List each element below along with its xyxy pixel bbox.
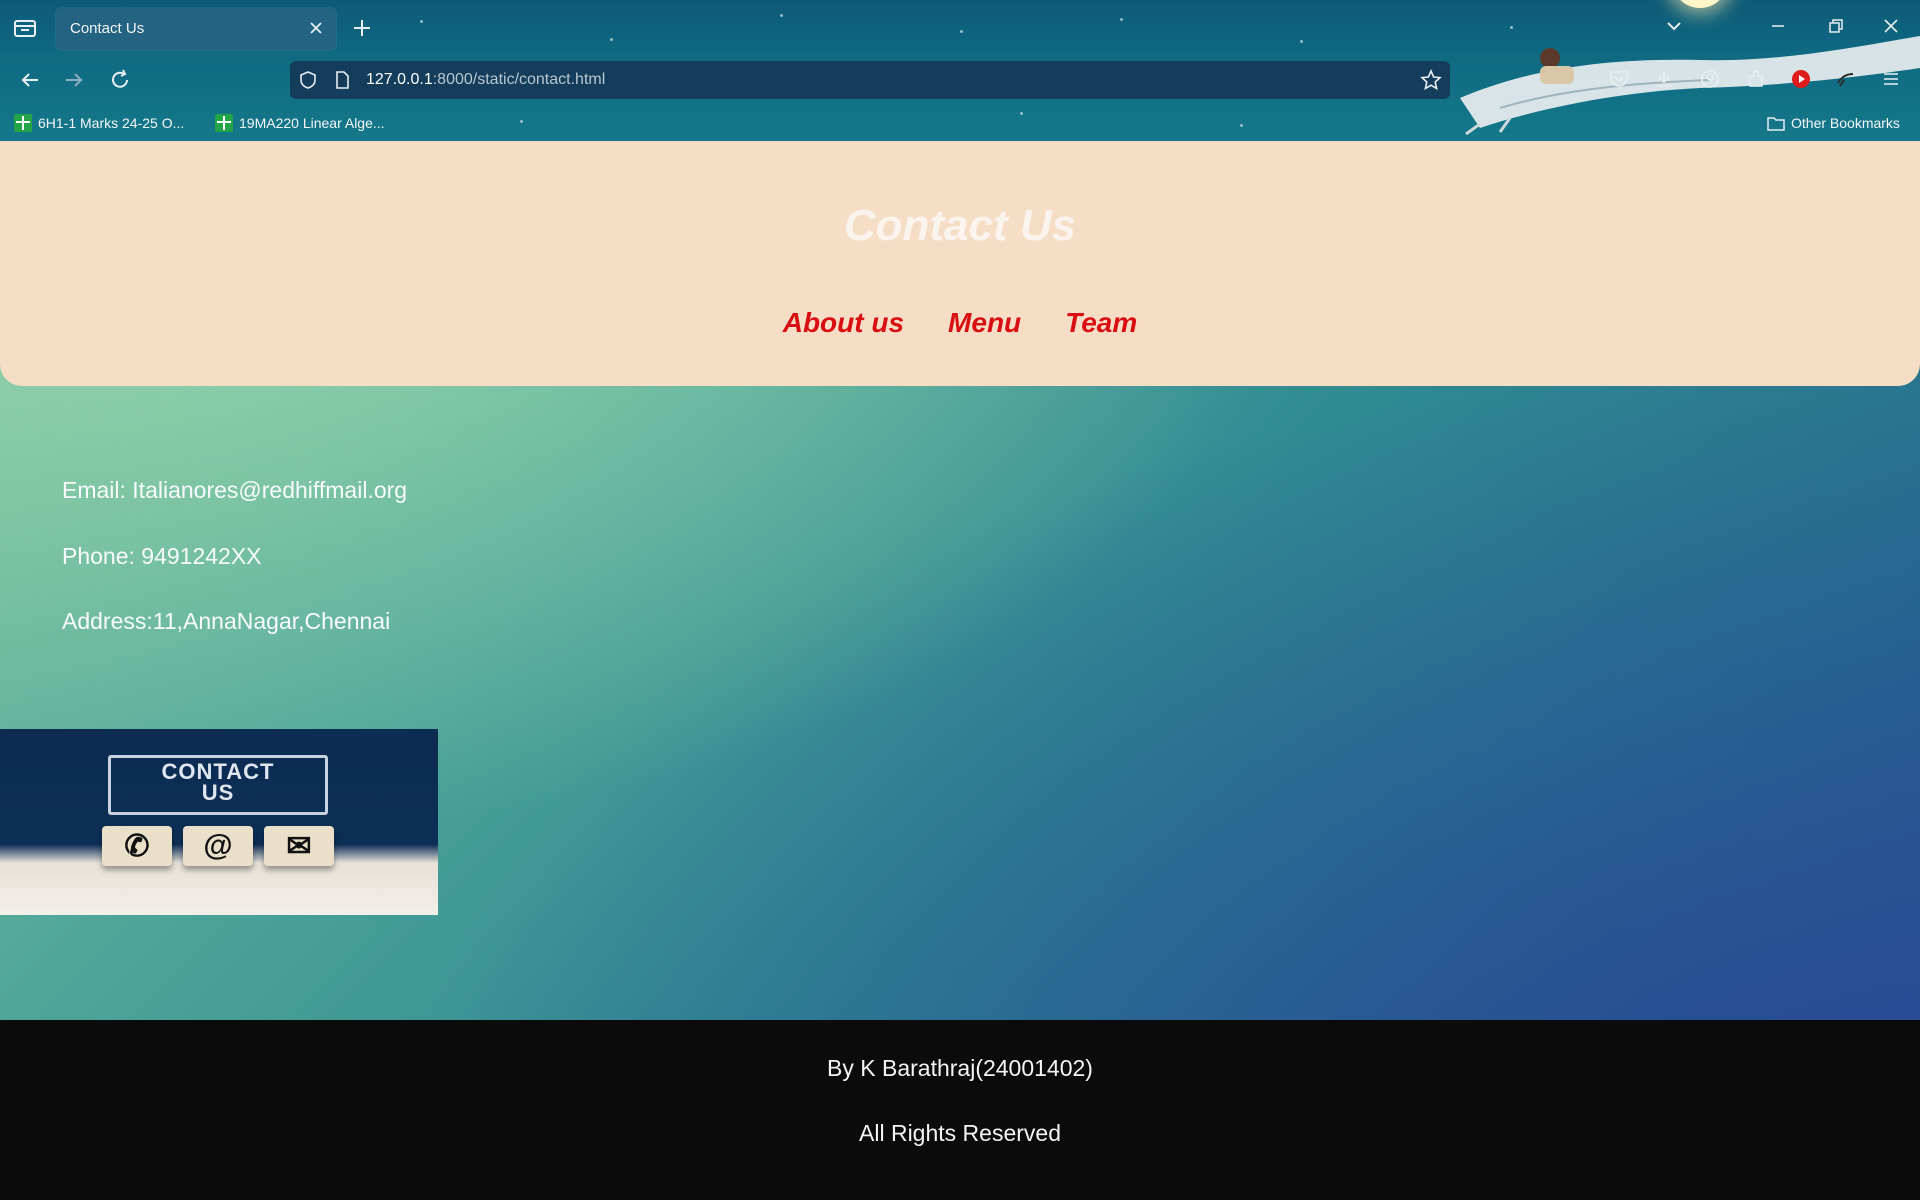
bookmark-label: 6H1-1 Marks 24-25 O... <box>38 115 185 131</box>
pocket-icon[interactable] <box>1608 68 1630 90</box>
nav-link-menu[interactable]: Menu <box>948 307 1021 339</box>
footer-author: By K Barathraj(24001402) <box>827 1055 1093 1081</box>
new-tab-icon[interactable] <box>350 16 374 40</box>
downloads-icon[interactable] <box>1653 68 1675 90</box>
page-content: Contact Us About us Menu Team Email: Ita… <box>0 141 1920 1200</box>
extension-icon[interactable] <box>1834 68 1856 90</box>
folder-icon <box>1767 117 1785 131</box>
nav-link-team[interactable]: Team <box>1065 307 1137 339</box>
extensions-icon[interactable] <box>1745 68 1767 90</box>
contact-email: Email: Italianores@redhiffmail.org <box>62 477 408 503</box>
menu-icon[interactable] <box>1880 68 1902 90</box>
shield-icon[interactable] <box>298 70 318 90</box>
reload-icon[interactable] <box>108 68 132 92</box>
url-path: :8000/static/contact.html <box>432 71 606 88</box>
sheets-icon <box>14 114 32 132</box>
contact-us-sign: CONTACT US <box>108 755 328 815</box>
other-bookmarks[interactable]: Other Bookmarks <box>1767 113 1900 133</box>
account-icon[interactable] <box>1699 68 1721 90</box>
close-tab-icon[interactable] <box>306 18 326 38</box>
contact-us-image: CONTACT US ✆ @ ✉ <box>0 729 438 915</box>
phone-icon: ✆ <box>102 826 172 866</box>
other-bookmarks-label: Other Bookmarks <box>1791 115 1900 131</box>
forward-icon[interactable] <box>62 68 86 92</box>
main-nav: About us Menu Team <box>0 307 1920 339</box>
bookmark-item-1[interactable]: 6H1-1 Marks 24-25 O... <box>14 113 184 133</box>
page-icon[interactable] <box>332 70 352 90</box>
footer-rights: All Rights Reserved <box>859 1120 1061 1146</box>
bookmark-item-2[interactable]: 19MA220 Linear Alge... <box>215 113 385 133</box>
contact-address: Address:11,AnnaNagar,Chennai <box>62 608 391 634</box>
moon-decoration <box>1672 0 1728 8</box>
site-header: Contact Us About us Menu Team <box>0 141 1920 386</box>
image-caption-line2: US <box>201 780 235 805</box>
address-bar[interactable]: 127.0.0.1:8000/static/contact.html <box>290 61 1450 99</box>
tab-title: Contact Us <box>70 20 145 37</box>
list-all-tabs-icon[interactable] <box>1662 14 1686 38</box>
browser-chrome: Contact Us 127.0.0.1:8000/static/contact… <box>0 0 1920 141</box>
active-tab[interactable]: Contact Us <box>56 8 336 50</box>
envelope-icon: ✉ <box>264 826 334 866</box>
restore-icon[interactable] <box>1823 14 1847 38</box>
minimize-icon[interactable] <box>1766 14 1790 38</box>
close-window-icon[interactable] <box>1879 14 1903 38</box>
youtube-extension-icon[interactable] <box>1790 68 1812 90</box>
site-footer: By K Barathraj(24001402) All Rights Rese… <box>0 1020 1920 1200</box>
bookmark-star-icon[interactable] <box>1420 69 1442 91</box>
sheets-icon <box>215 114 233 132</box>
contact-phone: Phone: 9491242XX <box>62 543 262 569</box>
back-icon[interactable] <box>18 68 42 92</box>
bookmark-label: 19MA220 Linear Alge... <box>239 115 385 131</box>
url-text[interactable]: 127.0.0.1:8000/static/contact.html <box>366 71 605 89</box>
image-caption-line1: CONTACT <box>161 759 275 784</box>
page-title: Contact Us <box>843 201 1077 250</box>
tab-list-icon[interactable] <box>12 16 38 40</box>
url-host: 127.0.0.1 <box>366 71 433 88</box>
nav-link-about[interactable]: About us <box>783 307 904 339</box>
at-icon: @ <box>183 826 253 866</box>
